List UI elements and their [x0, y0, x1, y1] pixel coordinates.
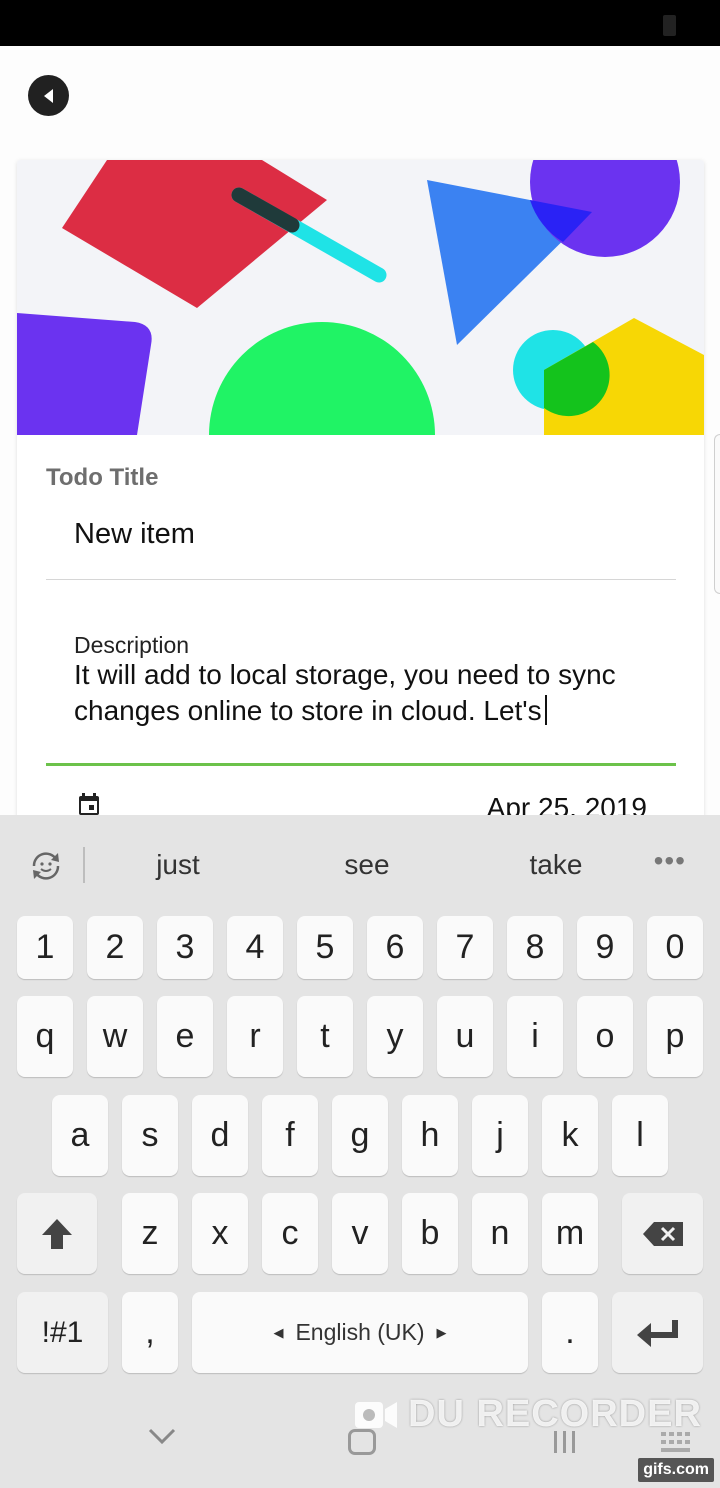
description-underline-focused [46, 763, 676, 766]
emoji-sync-icon[interactable] [28, 848, 64, 884]
space-key-label: ◀ English (UK) ▶ [273, 1319, 446, 1346]
key-h[interactable]: h [402, 1095, 458, 1176]
suggestion-3[interactable]: take [486, 849, 626, 881]
key-s[interactable]: s [122, 1095, 178, 1176]
hide-keyboard-icon[interactable] [146, 1425, 178, 1447]
video-camera-icon [355, 1401, 397, 1428]
key-d[interactable]: d [192, 1095, 248, 1176]
gifs-badge: gifs.com [638, 1458, 714, 1482]
comma-key[interactable]: , [122, 1292, 178, 1373]
todo-title-underline [46, 579, 676, 580]
key-9[interactable]: 9 [577, 916, 633, 979]
key-m[interactable]: m [542, 1193, 598, 1274]
key-y[interactable]: y [367, 996, 423, 1077]
watermark-text: DU RECORDER [408, 1393, 702, 1435]
key-z[interactable]: z [122, 1193, 178, 1274]
key-r[interactable]: r [227, 996, 283, 1077]
todo-title-label: Todo Title [46, 464, 159, 491]
battery-icon [663, 15, 676, 36]
description-value: It will add to local storage, you need t… [74, 659, 616, 726]
key-p[interactable]: p [647, 996, 703, 1077]
backspace-key[interactable] [622, 1193, 703, 1274]
edge-panel-handle[interactable] [714, 434, 720, 594]
on-screen-keyboard: just see take ••• 1234567890qwertyuiopas… [0, 815, 720, 1395]
back-arrow-icon [43, 88, 53, 103]
key-1[interactable]: 1 [17, 916, 73, 979]
key-o[interactable]: o [577, 996, 633, 1077]
key-u[interactable]: u [437, 996, 493, 1077]
description-input[interactable]: It will add to local storage, you need t… [74, 657, 664, 729]
key-j[interactable]: j [472, 1095, 528, 1176]
key-i[interactable]: i [507, 996, 563, 1077]
todo-title-input[interactable]: New item [74, 518, 195, 551]
suggestion-1[interactable]: just [108, 849, 248, 881]
language-right-icon: ▶ [436, 1324, 447, 1340]
todo-card: Todo Title New item Description It will … [17, 160, 704, 816]
enter-key[interactable] [612, 1292, 703, 1373]
symbols-key[interactable]: !#1 [17, 1292, 108, 1373]
recorder-watermark: DU RECORDER [354, 1393, 702, 1436]
key-6[interactable]: 6 [367, 916, 423, 979]
key-x[interactable]: x [192, 1193, 248, 1274]
suggestion-bar: just see take ••• [0, 815, 720, 911]
suggestion-separator [83, 847, 85, 883]
language-left-icon: ◀ [273, 1324, 284, 1340]
shift-icon [42, 1218, 72, 1249]
key-k[interactable]: k [542, 1095, 598, 1176]
todo-editor-screen: Todo Title New item Description It will … [0, 46, 720, 816]
header-illustration [17, 160, 704, 435]
backspace-icon [642, 1221, 683, 1246]
key-3[interactable]: 3 [157, 916, 213, 979]
description-label: Description [74, 632, 190, 658]
key-g[interactable]: g [332, 1095, 388, 1176]
key-e[interactable]: e [157, 996, 213, 1077]
key-4[interactable]: 4 [227, 916, 283, 979]
space-key[interactable]: ◀ English (UK) ▶ [192, 1292, 528, 1373]
text-cursor [544, 695, 547, 725]
key-l[interactable]: l [612, 1095, 668, 1176]
key-5[interactable]: 5 [297, 916, 353, 979]
key-t[interactable]: t [297, 996, 353, 1077]
key-c[interactable]: c [262, 1193, 318, 1274]
key-a[interactable]: a [52, 1095, 108, 1176]
key-2[interactable]: 2 [87, 916, 143, 979]
key-q[interactable]: q [17, 996, 73, 1077]
enter-icon [636, 1319, 678, 1347]
key-n[interactable]: n [472, 1193, 528, 1274]
key-f[interactable]: f [262, 1095, 318, 1176]
space-language: English (UK) [295, 1319, 425, 1345]
period-key[interactable]: . [542, 1292, 598, 1373]
key-7[interactable]: 7 [437, 916, 493, 979]
suggestion-2[interactable]: see [297, 849, 437, 881]
status-bar [0, 0, 720, 46]
key-v[interactable]: v [332, 1193, 388, 1274]
key-0[interactable]: 0 [647, 916, 703, 979]
key-b[interactable]: b [402, 1193, 458, 1274]
key-w[interactable]: w [87, 996, 143, 1077]
more-options-icon[interactable]: ••• [654, 845, 686, 877]
shift-key[interactable] [17, 1193, 97, 1274]
back-button[interactable] [28, 75, 69, 116]
key-8[interactable]: 8 [507, 916, 563, 979]
calendar-icon[interactable] [78, 793, 100, 815]
due-date-value[interactable]: Apr 25, 2019 [487, 792, 647, 816]
